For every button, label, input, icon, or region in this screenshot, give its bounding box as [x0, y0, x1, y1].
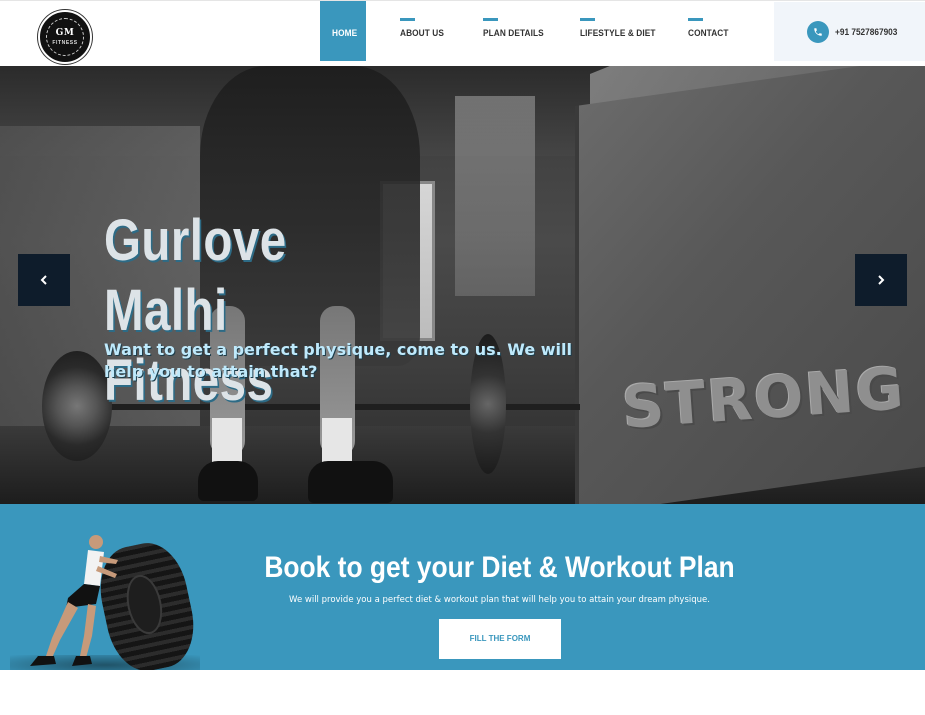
nav-about-us-label: ABOUT US	[400, 28, 444, 38]
nav-contact-label: CONTACT	[688, 28, 729, 38]
nav-lifestyle-diet[interactable]: LIFESTYLE & DIET	[580, 1, 660, 61]
nav-plan-details-label: PLAN DETAILS	[483, 28, 544, 38]
nav-home-label: HOME	[332, 28, 358, 38]
site-header: GM FITNESS HOME ABOUT US PLAN DETAILS LI…	[0, 0, 925, 66]
nav-about-us[interactable]: ABOUT US	[400, 1, 460, 61]
hero-subtitle: Want to get a perfect physique, come to …	[104, 340, 572, 381]
chevron-right-icon	[878, 275, 885, 285]
logo-subtext: FITNESS	[52, 40, 78, 46]
phone-number: +91 7527867903	[835, 27, 898, 37]
athlete-sock-left	[212, 418, 242, 463]
booking-title: Book to get your Diet & Workout Plan	[264, 551, 735, 584]
nav-home[interactable]: HOME	[320, 1, 366, 61]
nav-plan-details[interactable]: PLAN DETAILS	[483, 1, 553, 61]
athlete-shoe-left	[198, 461, 258, 501]
hero-slider: STRONG Gurlove Malhi Fitness Want to get…	[0, 66, 925, 504]
hero-title: Gurlove Malhi Fitness	[104, 208, 287, 413]
nav-contact[interactable]: CONTACT	[688, 1, 738, 61]
phone-contact[interactable]: +91 7527867903	[774, 2, 925, 61]
athlete-sock-right	[322, 418, 352, 463]
page-below-fold	[0, 670, 925, 715]
chevron-left-icon	[40, 275, 47, 285]
nav-indicator	[400, 18, 415, 21]
nav-indicator	[483, 18, 498, 21]
nav-indicator	[580, 18, 595, 21]
brand-logo[interactable]: GM FITNESS	[38, 10, 92, 64]
athlete-pushing-tire-image	[30, 535, 118, 666]
nav-lifestyle-diet-label: LIFESTYLE & DIET	[580, 28, 656, 38]
slider-next-button[interactable]	[855, 254, 907, 306]
logo-text: GM	[55, 28, 75, 38]
nav-indicator	[688, 18, 703, 21]
slider-prev-button[interactable]	[18, 254, 70, 306]
phone-icon	[807, 21, 829, 43]
barbell-plate-left	[42, 351, 112, 461]
fill-form-button[interactable]: FILL THE FORM	[439, 619, 561, 659]
hero-window-back	[455, 96, 535, 296]
athlete-shoe-right	[308, 461, 393, 503]
